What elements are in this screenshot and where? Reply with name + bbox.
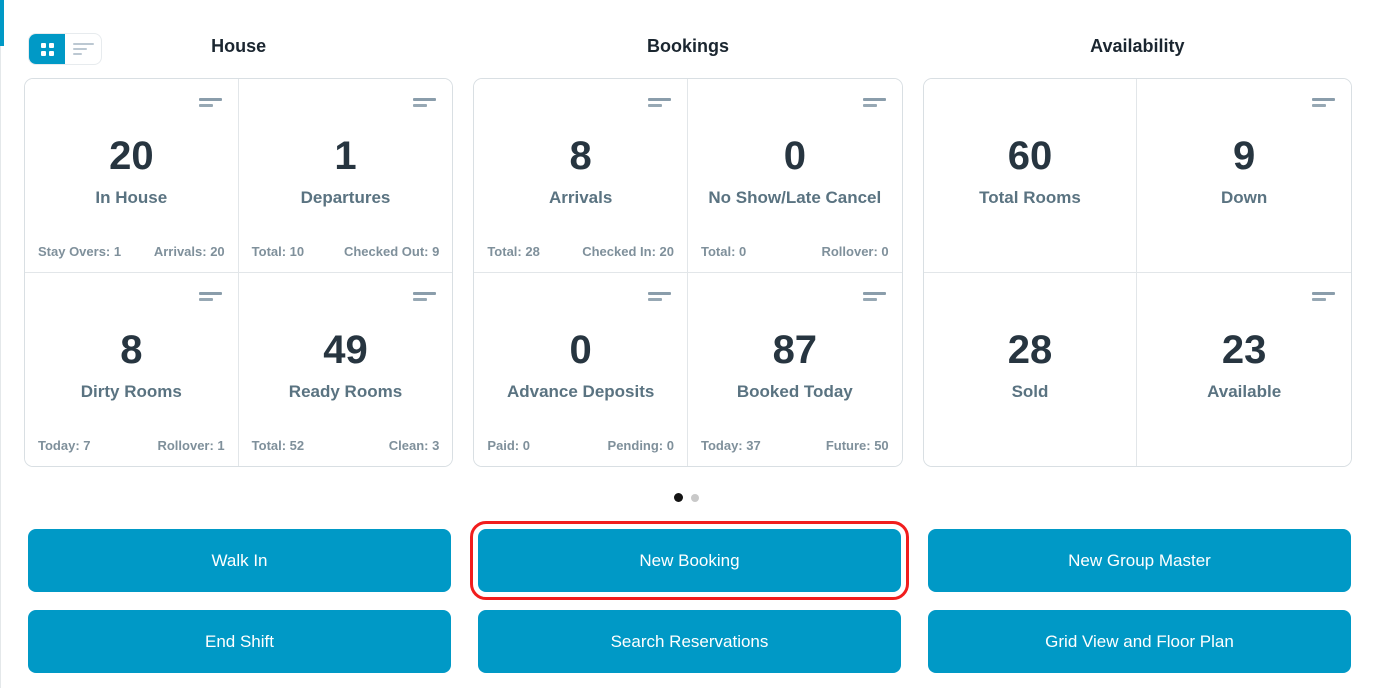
stat-sub-left: Stay Overs: 1	[38, 244, 121, 259]
stat-label: Available	[1137, 382, 1351, 402]
section-titles-row: House Bookings Availability	[0, 0, 1373, 57]
stat-sub-left: Total: 0	[701, 244, 746, 259]
sort-icon[interactable]	[863, 98, 886, 107]
stat-sub-left: Total: 28	[487, 244, 540, 259]
left-edge-accent-bar	[0, 0, 4, 46]
stat-sub-left: Total: 10	[252, 244, 305, 259]
carousel-dot-1[interactable]	[674, 493, 683, 502]
stat-label: Departures	[239, 188, 453, 208]
stat-value: 49	[239, 330, 453, 370]
stat-card-advance-deposits[interactable]: 0 Advance Deposits Paid: 0 Pending: 0	[474, 273, 688, 466]
stat-sub-right: Future: 50	[826, 438, 889, 453]
stat-label: In House	[25, 188, 238, 208]
stat-card-ready-rooms[interactable]: 49 Ready Rooms Total: 52 Clean: 3	[239, 273, 453, 466]
stat-value: 28	[924, 330, 1137, 370]
stat-value: 20	[25, 136, 238, 176]
stat-card-down[interactable]: 9 Down	[1137, 79, 1351, 273]
stat-sub-right: Checked In: 20	[582, 244, 674, 259]
carousel-dot-2[interactable]	[691, 494, 699, 502]
sort-icon[interactable]	[863, 292, 886, 301]
stat-label: Total Rooms	[924, 188, 1137, 208]
action-buttons: Walk In New Booking New Group Master End…	[0, 529, 1373, 673]
stat-sub-left: Paid: 0	[487, 438, 530, 453]
stat-value: 87	[688, 330, 902, 370]
stat-label: Dirty Rooms	[25, 382, 238, 402]
stat-value: 8	[474, 136, 687, 176]
stat-card-total-rooms[interactable]: 60 Total Rooms	[924, 79, 1138, 273]
grid-view-icon	[41, 43, 54, 56]
stat-card-available[interactable]: 23 Available	[1137, 273, 1351, 466]
stat-card-sold[interactable]: 28 Sold	[924, 273, 1138, 466]
list-view-icon	[73, 40, 94, 58]
sort-icon[interactable]	[648, 98, 671, 107]
stat-value: 0	[688, 136, 902, 176]
stat-label: Down	[1137, 188, 1351, 208]
new-booking-button[interactable]: New Booking	[478, 529, 901, 592]
sort-icon[interactable]	[199, 292, 222, 301]
grid-view-toggle-button[interactable]	[29, 34, 65, 64]
stat-value: 23	[1137, 330, 1351, 370]
stat-card-departures[interactable]: 1 Departures Total: 10 Checked Out: 9	[239, 79, 453, 273]
sort-icon[interactable]	[413, 98, 436, 107]
search-reservations-button[interactable]: Search Reservations	[478, 610, 901, 673]
carousel-dots	[0, 493, 1373, 502]
stat-label: Sold	[924, 382, 1137, 402]
stat-card-in-house[interactable]: 20 In House Stay Overs: 1 Arrivals: 20	[25, 79, 239, 273]
stat-value: 0	[474, 330, 687, 370]
stat-sub-left: Today: 7	[38, 438, 91, 453]
new-group-master-button[interactable]: New Group Master	[928, 529, 1351, 592]
walk-in-button[interactable]: Walk In	[28, 529, 451, 592]
view-toggle	[28, 33, 102, 65]
stat-value: 60	[924, 136, 1137, 176]
stat-label: Advance Deposits	[474, 382, 687, 402]
stat-label: Arrivals	[474, 188, 687, 208]
group-house: 20 In House Stay Overs: 1 Arrivals: 20 1…	[24, 78, 453, 467]
stat-sub-left: Total: 52	[252, 438, 305, 453]
group-bookings: 8 Arrivals Total: 28 Checked In: 20 0 No…	[473, 78, 902, 467]
stat-card-groups: 20 In House Stay Overs: 1 Arrivals: 20 1…	[0, 57, 1373, 467]
stat-sub-right: Arrivals: 20	[154, 244, 225, 259]
list-view-toggle-button[interactable]	[65, 34, 101, 64]
stat-sub-right: Checked Out: 9	[344, 244, 439, 259]
group-availability: 60 Total Rooms 9 Down 28 Sold 23 Availab…	[923, 78, 1352, 467]
stat-value: 1	[239, 136, 453, 176]
stat-sub-right: Pending: 0	[608, 438, 674, 453]
stat-value: 9	[1137, 136, 1351, 176]
grid-view-floor-plan-button[interactable]: Grid View and Floor Plan	[928, 610, 1351, 673]
stat-sub-left: Today: 37	[701, 438, 761, 453]
stat-sub-right: Rollover: 0	[821, 244, 888, 259]
sort-icon[interactable]	[199, 98, 222, 107]
stat-sub-right: Rollover: 1	[157, 438, 224, 453]
sort-icon[interactable]	[1312, 292, 1335, 301]
end-shift-button[interactable]: End Shift	[28, 610, 451, 673]
stat-label: Ready Rooms	[239, 382, 453, 402]
stat-value: 8	[25, 330, 238, 370]
sort-icon[interactable]	[648, 292, 671, 301]
sort-icon[interactable]	[1312, 98, 1335, 107]
stat-label: No Show/Late Cancel	[688, 188, 902, 208]
stat-card-no-show-late-cancel[interactable]: 0 No Show/Late Cancel Total: 0 Rollover:…	[688, 79, 902, 273]
stat-card-dirty-rooms[interactable]: 8 Dirty Rooms Today: 7 Rollover: 1	[25, 273, 239, 466]
section-title-availability: Availability	[923, 36, 1352, 57]
section-title-bookings: Bookings	[473, 36, 902, 57]
stat-card-arrivals[interactable]: 8 Arrivals Total: 28 Checked In: 20	[474, 79, 688, 273]
stat-sub-right: Clean: 3	[389, 438, 440, 453]
stat-card-booked-today[interactable]: 87 Booked Today Today: 37 Future: 50	[688, 273, 902, 466]
left-edge-divider	[0, 46, 1, 688]
sort-icon[interactable]	[413, 292, 436, 301]
stat-label: Booked Today	[688, 382, 902, 402]
